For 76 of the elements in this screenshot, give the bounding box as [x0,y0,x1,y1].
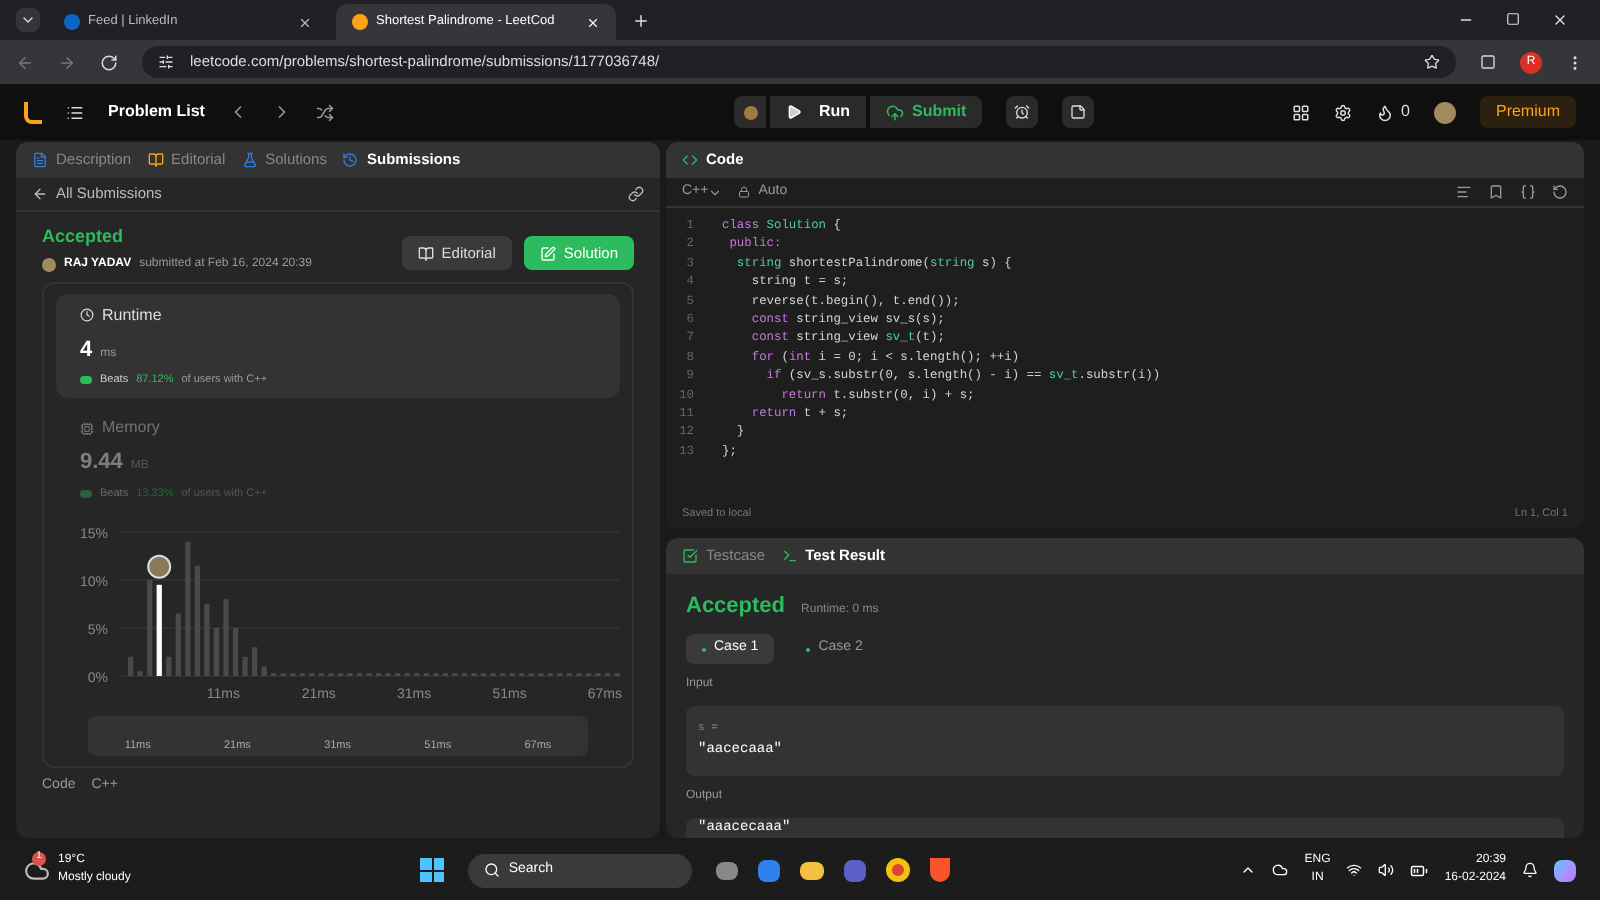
run-button[interactable]: Run [770,96,867,128]
browser-icon[interactable] [886,858,911,882]
start-icon[interactable] [420,858,445,882]
checkbox-icon [682,547,698,564]
lock-icon [738,186,751,198]
book-icon [417,245,434,261]
avatar-marker [147,554,172,579]
search-icon [484,862,501,878]
braces-icon[interactable] [1520,184,1536,200]
notification-icon[interactable] [1522,862,1539,878]
settings-icon[interactable] [1333,103,1352,121]
terminal-icon [781,547,798,564]
accepted-status: Accepted [42,224,126,250]
code-icon [682,152,698,168]
flask-icon [241,152,258,168]
play-icon [786,104,803,120]
format-icon[interactable] [1456,184,1472,200]
submit-button[interactable]: Submit [870,96,983,128]
beats-icon [80,489,92,498]
site-icon [352,14,368,30]
site-icon [64,14,80,30]
stat-value: 4 [80,335,93,365]
accepted-status: Accepted [686,591,786,621]
alarm-clock-icon [1014,104,1031,120]
chevron-down-icon [20,12,36,28]
stat-title: Memory [102,416,160,441]
side-panel-icon[interactable] [1480,54,1496,70]
reload-icon[interactable] [100,53,118,71]
back-icon[interactable] [32,186,48,202]
code-editor-icon[interactable] [758,859,781,881]
note-icon [1070,104,1087,120]
logo-icon[interactable] [24,101,42,123]
debug-icon[interactable] [734,96,767,128]
reset-icon[interactable] [1552,184,1568,200]
problem-list-link[interactable]: Problem List [108,100,205,124]
copilot-icon[interactable] [1554,859,1577,881]
close-icon[interactable] [1552,12,1568,28]
user-avatar [42,257,56,271]
note-button[interactable] [1062,96,1095,128]
bookmark-icon[interactable] [1488,184,1504,200]
clock-icon [80,308,94,322]
folder-icon[interactable] [800,861,825,879]
link-icon[interactable] [628,186,644,202]
book-icon [147,152,164,168]
streak-count: 0 [1401,100,1410,124]
close-icon[interactable] [298,15,312,29]
beats-icon [80,376,92,385]
maximize-icon[interactable] [1506,12,1520,26]
stat-title: Runtime [102,303,162,327]
chip-icon [80,421,94,436]
list-icon[interactable] [66,103,84,121]
grid-icon[interactable] [1291,103,1310,121]
forward-icon[interactable] [58,53,76,71]
chevron-down-icon [708,185,723,199]
alarm-button[interactable] [1006,96,1039,128]
stat-value: 9.44 [80,448,123,479]
shuffle-icon[interactable] [316,103,335,121]
cloud-upload-icon [886,103,905,121]
site-settings-icon[interactable] [158,54,174,70]
cloud-icon[interactable] [1272,862,1289,878]
history-icon [342,152,359,168]
flame-icon[interactable] [1375,103,1394,121]
star-icon[interactable] [1424,54,1440,70]
tray-expand-icon[interactable] [1240,862,1257,878]
new-tab-icon[interactable] [632,12,650,30]
shield-icon[interactable] [930,858,951,882]
user-avatar[interactable] [1433,101,1456,123]
task-view-icon[interactable] [716,861,739,879]
chat-app-icon[interactable] [844,859,867,881]
tab-list-button[interactable] [16,8,40,32]
edit-icon [539,245,556,261]
document-icon [32,152,48,168]
volume-icon[interactable] [1378,862,1395,878]
battery-icon[interactable] [1410,861,1429,879]
premium-button[interactable]: Premium [1479,96,1576,128]
wifi-icon[interactable] [1346,862,1363,878]
